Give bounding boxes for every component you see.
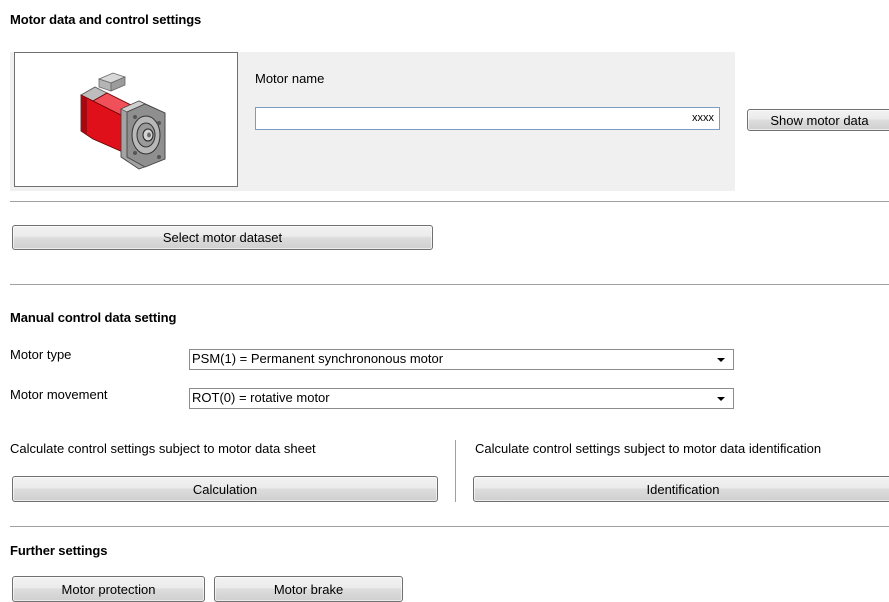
motor-data-heading: Motor data and control settings [10, 12, 202, 27]
further-settings-heading: Further settings [10, 543, 108, 558]
vertical-separator [455, 440, 457, 502]
manual-control-heading: Manual control data setting [10, 310, 177, 325]
motor-protection-button[interactable]: Motor protection [12, 576, 205, 602]
motor-brake-button[interactable]: Motor brake [214, 576, 403, 602]
show-motor-data-button[interactable]: Show motor data [747, 109, 889, 131]
motor-name-label: Motor name [255, 71, 325, 86]
motor-type-value: PSM(1) = Permanent synchrononous motor [192, 351, 444, 366]
servo-motor-icon [80, 72, 166, 170]
motor-movement-value: ROT(0) = rotative motor [192, 390, 330, 405]
motor-movement-label: Motor movement [10, 387, 108, 402]
separator [10, 284, 889, 286]
calc-identification-label: Calculate control settings subject to mo… [475, 441, 822, 456]
motor-type-label: Motor type [10, 347, 72, 362]
calculation-button[interactable]: Calculation [12, 476, 438, 502]
motor-image-frame [14, 52, 238, 187]
calc-datasheet-label: Calculate control settings subject to mo… [10, 441, 316, 456]
identification-button[interactable]: Identification [473, 476, 889, 502]
separator [10, 526, 889, 528]
chevron-down-icon [717, 358, 725, 362]
chevron-down-icon [717, 397, 725, 401]
motor-name-field[interactable]: xxxx [255, 107, 720, 130]
separator [10, 201, 889, 203]
motor-type-dropdown[interactable]: PSM(1) = Permanent synchrononous motor [189, 349, 734, 370]
select-motor-dataset-button[interactable]: Select motor dataset [12, 225, 433, 250]
motor-movement-dropdown[interactable]: ROT(0) = rotative motor [189, 388, 734, 409]
